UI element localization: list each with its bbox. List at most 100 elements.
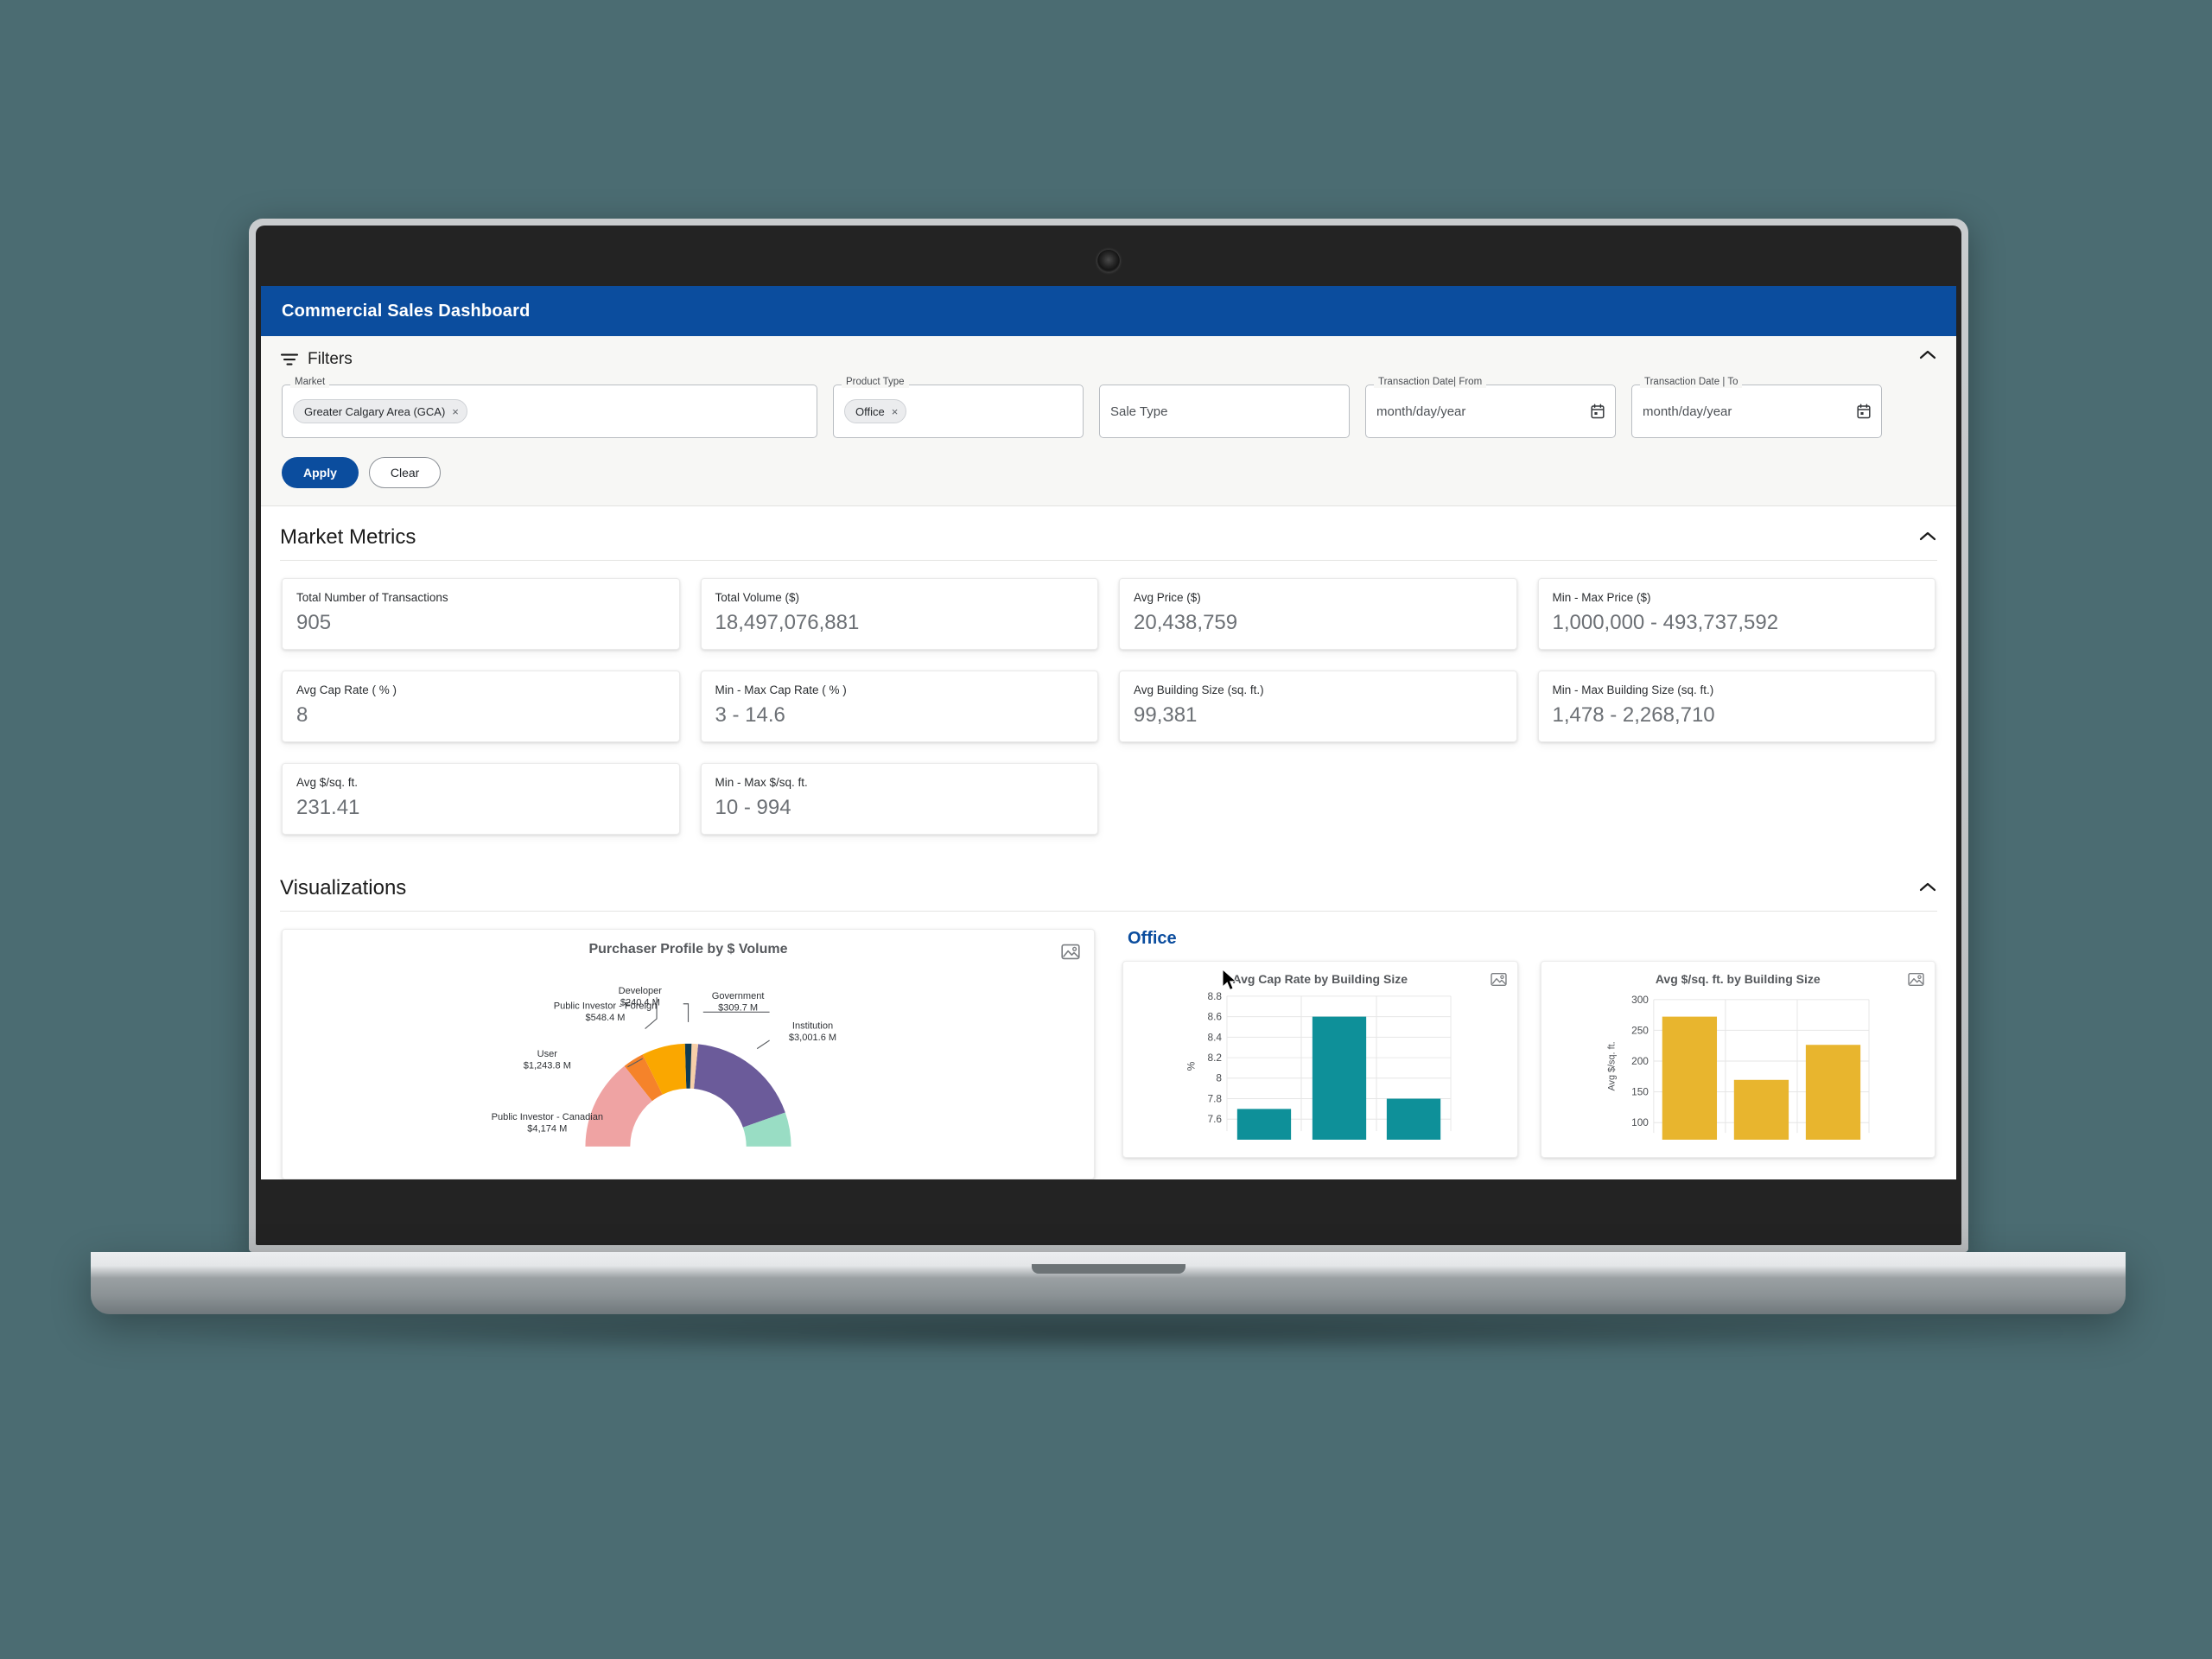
svg-text:8: 8: [1216, 1072, 1222, 1084]
metric-value: 8: [296, 703, 308, 727]
filters-row: Market Greater Calgary Area (GCA) × Prod…: [261, 374, 1956, 438]
filters-label: Filters: [308, 350, 353, 368]
app-header: Commercial Sales Dashboard: [261, 286, 1956, 336]
mouse-cursor: [1222, 969, 1237, 991]
svg-text:8.8: 8.8: [1208, 990, 1223, 1002]
metric-card: Min - Max Cap Rate ( % ) 3 - 14.6: [700, 671, 1098, 742]
metric-card: Avg $/sq. ft. 231.41: [282, 763, 680, 835]
donut-label-user: User: [537, 1049, 558, 1059]
purchaser-profile-chart-title: Purchaser Profile by $ Volume: [588, 942, 788, 957]
svg-text:Public Investor - Canadian: Public Investor - Canadian: [492, 1112, 603, 1122]
metric-value: 18,497,076,881: [715, 611, 860, 634]
svg-text:$4,174 M: $4,174 M: [527, 1124, 567, 1135]
svg-text:7.8: 7.8: [1208, 1092, 1223, 1104]
metric-card: Total Number of Transactions 905: [282, 578, 680, 650]
svg-text:150: 150: [1631, 1086, 1649, 1098]
filter-icon: [280, 352, 299, 367]
visualizations-title: Visualizations: [280, 876, 407, 899]
purchaser-profile-chart-card: Purchaser Profile by $ Volume User $1,24…: [282, 929, 1095, 1179]
laptop-bezel: Commercial Sales Dashboard Filters Marke…: [256, 226, 1961, 1245]
calendar-icon[interactable]: [1857, 404, 1871, 419]
apply-button[interactable]: Apply: [282, 457, 359, 488]
svg-text:Institution: Institution: [792, 1021, 833, 1032]
office-charts: Avg Cap Rate by Building Size 8.8 8.6 8.…: [1122, 961, 1936, 1158]
market-chip-label: Greater Calgary Area (GCA): [304, 404, 446, 418]
webcam-icon: [1097, 250, 1120, 272]
clear-button[interactable]: Clear: [368, 457, 442, 488]
market-metrics-title: Market Metrics: [280, 525, 416, 549]
laptop-base: [91, 1252, 2126, 1314]
filters-collapse-chevron-up-icon[interactable]: [1918, 349, 1937, 361]
market-filter-label: Market: [290, 377, 330, 388]
metric-card: Avg Building Size (sq. ft.) 99,381: [1119, 671, 1517, 742]
visualizations-grid: Purchaser Profile by $ Volume User $1,24…: [261, 917, 1956, 1179]
transaction-date-from-filter[interactable]: Transaction Date| From month/day/year: [1365, 377, 1616, 438]
dashboard-app: Commercial Sales Dashboard Filters Marke…: [261, 286, 1956, 1179]
svg-text:Public Investor - Foreign: Public Investor - Foreign: [554, 1001, 658, 1012]
filters-actions: Apply Clear: [261, 438, 1956, 505]
image-export-icon[interactable]: [1908, 972, 1924, 987]
metric-label: Avg Price ($): [1134, 591, 1201, 604]
market-chip[interactable]: Greater Calgary Area (GCA) ×: [293, 399, 467, 423]
divider: [280, 911, 1937, 912]
svg-text:$309.7 M: $309.7 M: [718, 1002, 758, 1013]
metric-label: Avg Cap Rate ( % ): [296, 683, 397, 696]
metric-label: Avg Building Size (sq. ft.): [1134, 683, 1264, 696]
svg-text:Developer: Developer: [619, 986, 663, 996]
product-type-chip-label: Office: [855, 404, 885, 418]
product-type-filter[interactable]: Product Type Office ×: [833, 377, 1084, 438]
metric-value: 1,000,000 - 493,737,592: [1552, 611, 1779, 634]
svg-text:8.4: 8.4: [1208, 1031, 1223, 1043]
donut-value-user: $1,243.8 M: [524, 1061, 571, 1071]
calendar-icon[interactable]: [1591, 404, 1605, 419]
product-type-chip-remove-icon[interactable]: ×: [892, 406, 899, 417]
sale-type-filter[interactable]: Sale Type: [1099, 385, 1350, 438]
metric-value: 3 - 14.6: [715, 703, 785, 727]
laptop-base-notch: [1031, 1264, 1185, 1274]
visualizations-header[interactable]: Visualizations: [261, 857, 1956, 917]
svg-text:300: 300: [1631, 994, 1649, 1006]
image-export-icon[interactable]: [1490, 972, 1507, 987]
market-filter[interactable]: Market Greater Calgary Area (GCA) ×: [282, 377, 817, 438]
market-chip-remove-icon[interactable]: ×: [452, 406, 459, 417]
laptop-lid: Commercial Sales Dashboard Filters Marke…: [249, 219, 1968, 1252]
metric-value: 20,438,759: [1134, 611, 1238, 634]
avg-cap-rate-chart-title: Avg Cap Rate by Building Size: [1232, 972, 1408, 986]
svg-text:$548.4 M: $548.4 M: [586, 1013, 626, 1023]
svg-text:200: 200: [1631, 1055, 1649, 1067]
metric-card: Min - Max Building Size (sq. ft.) 1,478 …: [1537, 671, 1936, 742]
metric-card: Avg Cap Rate ( % ) 8: [282, 671, 680, 742]
laptop-mockup: Commercial Sales Dashboard Filters Marke…: [0, 0, 2212, 1659]
metric-value: 99,381: [1134, 703, 1198, 727]
market-metrics-collapse-chevron-up-icon[interactable]: [1918, 531, 1937, 543]
market-metrics-header[interactable]: Market Metrics: [261, 506, 1956, 566]
metric-card: Total Volume ($) 18,497,076,881: [700, 578, 1098, 650]
office-visualization-group: Office Avg Cap Rate by Building Size 8.8…: [1122, 929, 1936, 1179]
visualizations-collapse-chevron-up-icon[interactable]: [1918, 881, 1937, 893]
transaction-date-to-filter[interactable]: Transaction Date | To month/day/year: [1631, 377, 1882, 438]
filters-panel-header[interactable]: Filters: [261, 336, 1956, 374]
office-group-heading: Office: [1128, 929, 1177, 948]
avg-cap-rate-bar-chart: 8.8 8.6 8.4 8.2 8 7.8 7.6 %: [1185, 990, 1452, 1140]
svg-text:8.6: 8.6: [1208, 1011, 1223, 1023]
svg-text:Government: Government: [712, 991, 765, 1001]
metric-card: Min - Max Price ($) 1,000,000 - 493,737,…: [1537, 578, 1936, 650]
transaction-date-from-placeholder: month/day/year: [1376, 404, 1466, 419]
avg-price-per-sqft-chart-title: Avg $/sq. ft. by Building Size: [1655, 972, 1821, 986]
product-type-chip[interactable]: Office ×: [844, 399, 907, 423]
avg-cap-rate-y-axis-label: %: [1185, 1061, 1197, 1071]
svg-text:8.2: 8.2: [1208, 1052, 1223, 1064]
metric-label: Min - Max Building Size (sq. ft.): [1552, 683, 1714, 696]
metric-value: 231.41: [296, 796, 360, 819]
metric-value: 1,478 - 2,268,710: [1552, 703, 1715, 727]
metric-value: 10 - 994: [715, 796, 791, 819]
transaction-date-to-label: Transaction Date | To: [1640, 377, 1743, 388]
market-metrics-grid: Total Number of Transactions 905 Total V…: [261, 566, 1956, 857]
avg-price-per-sqft-y-axis-label: Avg $/sq. ft.: [1606, 1041, 1617, 1090]
metric-card: Avg Price ($) 20,438,759: [1119, 578, 1517, 650]
filters-panel: Filters Market Greater Calgary Area (GCA…: [261, 336, 1956, 506]
laptop-shadow: [156, 1310, 2065, 1355]
svg-text:7.6: 7.6: [1208, 1113, 1223, 1125]
metric-value: 905: [296, 611, 332, 634]
metric-label: Avg $/sq. ft.: [296, 776, 359, 789]
